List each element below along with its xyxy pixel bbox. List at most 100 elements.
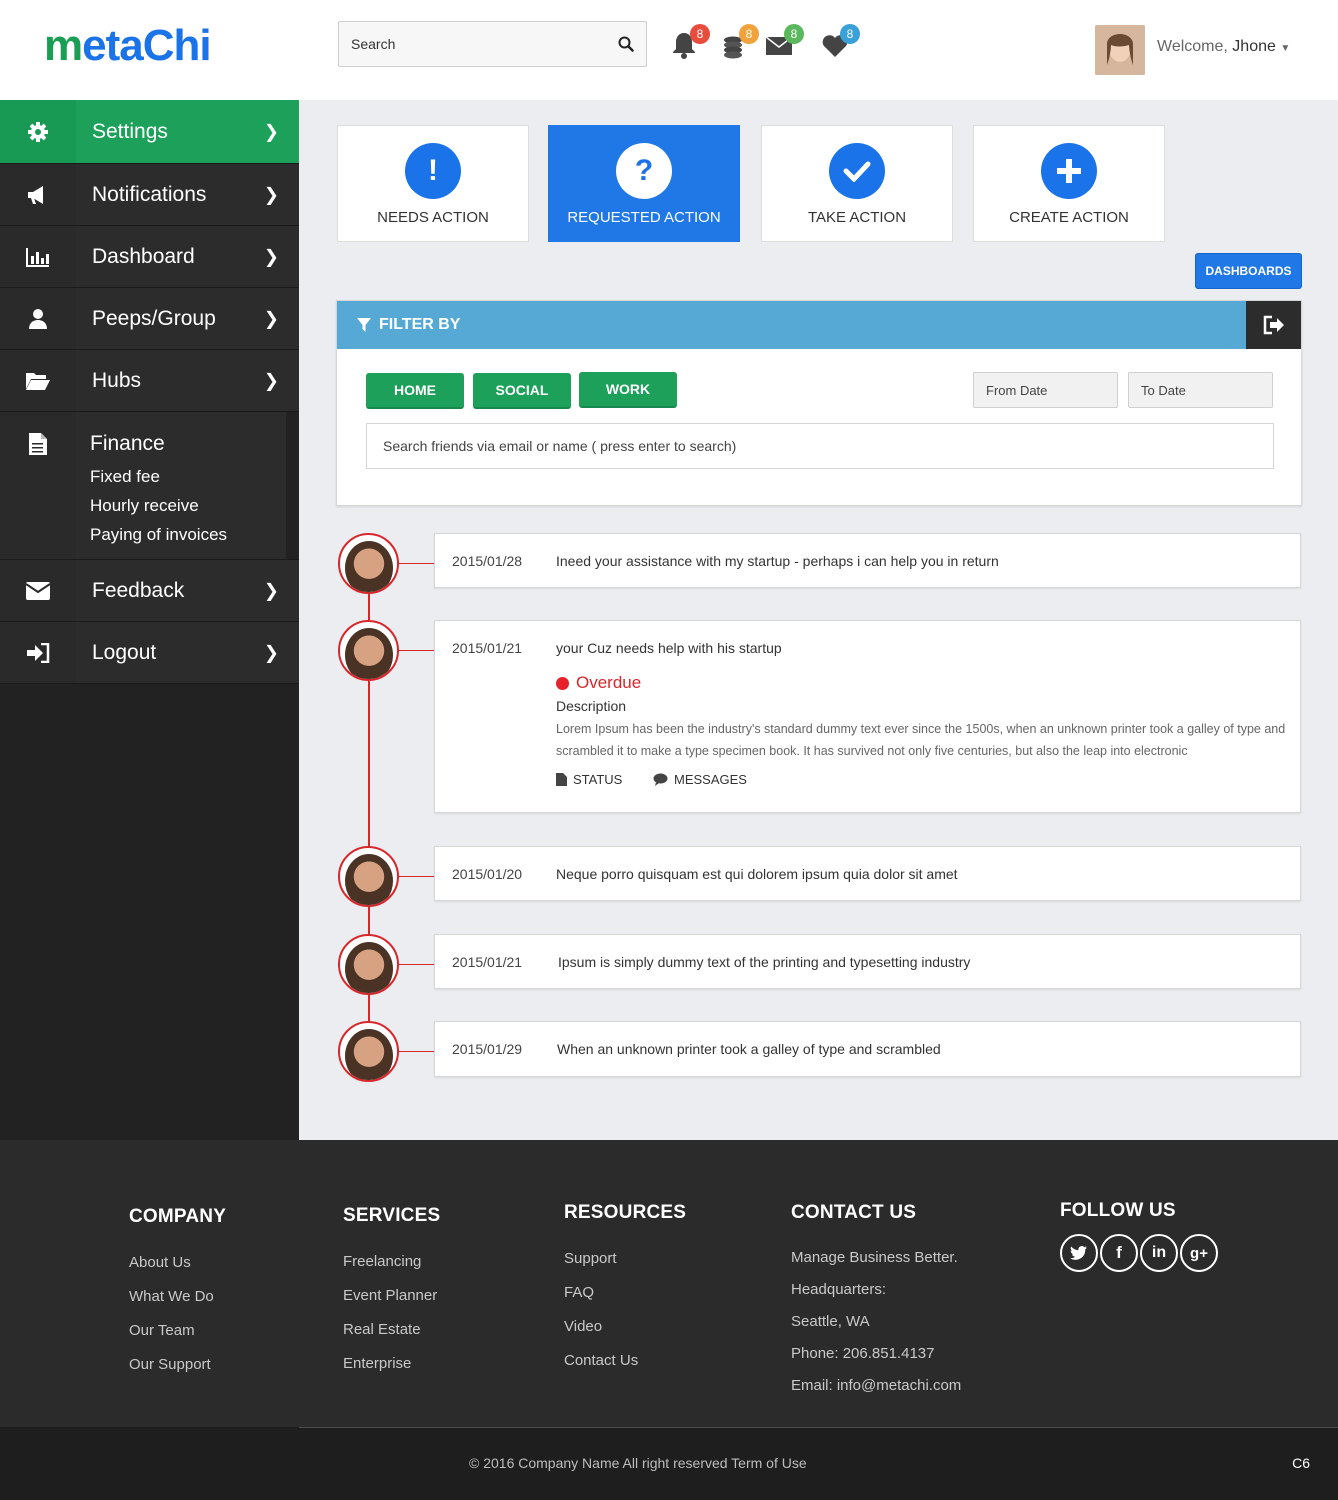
footer-company: COMPANY About Us What We Do Our Team Our… <box>129 1206 226 1382</box>
search-input[interactable] <box>351 36 618 52</box>
footer-heading: SERVICES <box>343 1205 441 1226</box>
user-menu[interactable]: Welcome, Jhone ▼ <box>1157 38 1290 56</box>
sidebar-item-dashboard[interactable]: Dashboard ❯ <box>0 226 299 288</box>
filter-social-button[interactable]: SOCIAL <box>473 373 571 409</box>
sidebar-item-hubs[interactable]: Hubs ❯ <box>0 350 299 412</box>
sidebar-item-finance[interactable]: Finance Fixed fee Hourly receive Paying … <box>0 412 364 560</box>
notifications-badge: 8 <box>690 24 710 44</box>
coins-button[interactable]: 8 <box>719 24 759 64</box>
footer-link-support[interactable]: Support <box>564 1242 686 1276</box>
sidebar-subitem-paying-invoices[interactable]: Paying of invoices <box>90 520 286 549</box>
footer-services: SERVICES Freelancing Event Planner Real … <box>343 1205 440 1381</box>
footer-link-our-team[interactable]: Our Team <box>129 1314 226 1348</box>
folder-open-icon <box>26 372 50 390</box>
facebook-icon[interactable]: f <box>1100 1234 1138 1272</box>
footer-link-real-estate[interactable]: Real Estate <box>343 1313 440 1347</box>
footer-link-contact-us[interactable]: Contact Us <box>564 1344 686 1378</box>
footer-link-video[interactable]: Video <box>564 1310 686 1344</box>
timeline-avatar[interactable] <box>338 533 399 594</box>
footer-tagline: Manage Business Better. <box>791 1249 958 1266</box>
red-dot-icon <box>556 676 569 690</box>
sidebar-item-feedback[interactable]: Feedback ❯ <box>0 560 299 622</box>
notifications-button[interactable]: 8 <box>670 24 710 64</box>
twitter-icon[interactable] <box>1060 1234 1098 1272</box>
messages-button[interactable]: 8 <box>764 24 804 64</box>
dashboards-button[interactable]: DASHBOARDS <box>1195 253 1302 289</box>
user-avatar[interactable] <box>1095 25 1145 75</box>
search-icon[interactable] <box>618 36 634 52</box>
footer-link-what-we-do[interactable]: What We Do <box>129 1280 226 1314</box>
filter-header: FILTER BY <box>337 301 1301 349</box>
requested-action-card[interactable]: ? REQUESTED ACTION <box>548 125 740 242</box>
footer-link-our-support[interactable]: Our Support <box>129 1348 226 1382</box>
take-action-card[interactable]: TAKE ACTION <box>761 125 953 242</box>
footer-email[interactable]: Email: info@metachi.com <box>791 1370 961 1402</box>
timeline-item[interactable]: 2015/01/28 Ineed your assistance with my… <box>434 533 1301 588</box>
footer-link-enterprise[interactable]: Enterprise <box>343 1347 440 1381</box>
sidebar-item-label: Finance <box>90 432 165 455</box>
footer-hq-city: Seattle, WA <box>791 1313 870 1330</box>
friend-search-input[interactable]: Search friends via email or name ( press… <box>366 423 1274 469</box>
timeline-date: 2015/01/21 <box>452 954 523 970</box>
welcome-label: Welcome, <box>1157 38 1228 55</box>
timeline-connector <box>399 1051 434 1052</box>
status-link[interactable]: STATUS <box>556 772 622 787</box>
timeline-item[interactable]: 2015/01/20 Neque porro quisquam est qui … <box>434 846 1301 901</box>
description-body: Lorem Ipsum has been the industry's stan… <box>556 722 1286 758</box>
messages-link[interactable]: MESSAGES <box>653 772 747 787</box>
timeline-avatar[interactable] <box>338 846 399 907</box>
file-icon <box>556 773 567 786</box>
google-plus-icon[interactable]: g+ <box>1180 1234 1218 1272</box>
timeline-text: Ineed your assistance with my startup - … <box>556 553 999 569</box>
favorites-badge: 8 <box>840 24 860 44</box>
logo[interactable]: metaChi <box>44 16 212 76</box>
timeline-date: 2015/01/28 <box>452 553 523 569</box>
footer-phone: Phone: 206.851.4137 <box>791 1345 935 1362</box>
timeline-connector <box>399 876 434 877</box>
chevron-right-icon: ❯ <box>263 580 279 600</box>
filter-home-button[interactable]: HOME <box>366 373 464 409</box>
timeline-avatar[interactable] <box>338 1021 399 1082</box>
timeline-item-expanded[interactable]: 2015/01/21 your Cuz needs help with his … <box>434 620 1301 813</box>
sign-in-icon <box>27 642 50 663</box>
timeline-item[interactable]: 2015/01/29 When an unknown printer took … <box>434 1021 1301 1077</box>
gear-icon <box>28 121 48 142</box>
footer-link-faq[interactable]: FAQ <box>564 1276 686 1310</box>
chevron-right-icon: ❯ <box>263 642 279 662</box>
timeline-avatar[interactable] <box>338 620 399 681</box>
action-label: NEEDS ACTION <box>377 209 489 226</box>
status-label: STATUS <box>573 772 623 787</box>
logo-text: etaChi <box>82 21 211 70</box>
timeline-connector <box>399 563 434 564</box>
from-date-field[interactable]: From Date <box>973 372 1118 408</box>
timeline-date: 2015/01/21 <box>452 640 523 656</box>
create-action-card[interactable]: CREATE ACTION <box>973 125 1165 242</box>
filter-work-button[interactable]: WORK <box>579 372 677 408</box>
footer-heading: CONTACT US <box>791 1202 917 1223</box>
footer-link-freelancing[interactable]: Freelancing <box>343 1245 440 1279</box>
sidebar-item-logout[interactable]: Logout ❯ <box>0 622 299 684</box>
sidebar: Settings ❯ Notifications ❯ Dashboard ❯ P… <box>0 100 364 1140</box>
to-date-field[interactable]: To Date <box>1128 372 1273 408</box>
bar-chart-icon <box>26 247 49 267</box>
footer-link-event-planner[interactable]: Event Planner <box>343 1279 440 1313</box>
timeline-item[interactable]: 2015/01/21 Ipsum is simply dummy text of… <box>434 934 1301 989</box>
sidebar-item-settings[interactable]: Settings ❯ <box>0 100 299 164</box>
search-box[interactable] <box>338 21 647 67</box>
user-icon <box>29 308 47 329</box>
exclamation-icon: ! <box>405 143 461 199</box>
sidebar-item-peeps-group[interactable]: Peeps/Group ❯ <box>0 288 299 350</box>
exit-button[interactable] <box>1246 301 1301 349</box>
action-label: REQUESTED ACTION <box>567 209 721 226</box>
sidebar-item-notifications[interactable]: Notifications ❯ <box>0 164 299 226</box>
timeline-date: 2015/01/29 <box>452 1041 523 1057</box>
caret-down-icon: ▼ <box>1280 43 1291 54</box>
needs-action-card[interactable]: ! NEEDS ACTION <box>337 125 529 242</box>
favorites-button[interactable]: 8 <box>820 24 860 64</box>
sidebar-subitem-hourly-receive[interactable]: Hourly receive <box>90 491 286 520</box>
timeline-avatar[interactable] <box>338 934 399 995</box>
filter-icon <box>357 318 371 332</box>
linkedin-icon[interactable]: in <box>1140 1234 1178 1272</box>
footer-link-about-us[interactable]: About Us <box>129 1246 226 1280</box>
copyright-text: © 2016 Company Name All right reserved T… <box>469 1455 807 1471</box>
